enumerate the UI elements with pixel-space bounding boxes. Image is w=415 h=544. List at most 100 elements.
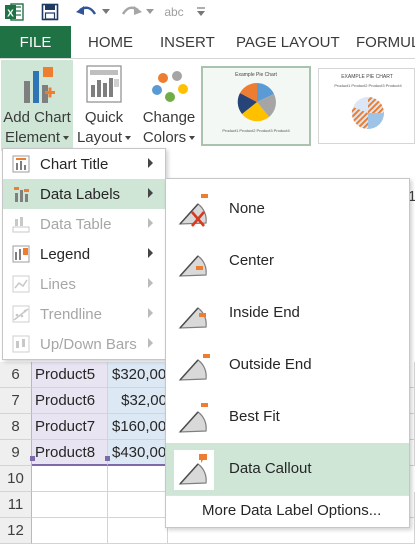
add-chart-element-button[interactable]: Add Chart Element — [1, 60, 73, 151]
selection-handle[interactable] — [30, 456, 35, 461]
submenu-item-outside-end[interactable]: Outside End — [166, 339, 409, 391]
row-header-10[interactable]: 10 — [0, 466, 32, 492]
quick-layout-label-1: Quick — [84, 109, 124, 126]
save-icon[interactable] — [38, 2, 62, 22]
redo-dropdown-icon[interactable] — [144, 2, 156, 22]
tab-formulas[interactable]: FORMUL — [356, 34, 415, 51]
quick-layout-icon — [86, 65, 122, 103]
submenu-item-center-label: Center — [229, 252, 275, 269]
customize-toolbar-icon[interactable] — [194, 2, 208, 22]
cell-empty-11b[interactable] — [108, 492, 168, 518]
data-labels-icon — [12, 185, 30, 203]
menu-item-legend[interactable]: Legend — [3, 239, 165, 269]
cell-empty-10a[interactable] — [32, 466, 108, 492]
cell-empty-12a[interactable] — [32, 518, 108, 544]
change-colors-icon — [150, 68, 190, 104]
cell-value-9[interactable]: $430,00 — [108, 440, 168, 466]
row-header-9[interactable]: 9 — [0, 440, 32, 466]
submenu-item-data-callout-label: Data Callout — [229, 460, 312, 477]
cell-empty-10b[interactable] — [108, 466, 168, 492]
tab-insert[interactable]: INSERT — [160, 34, 215, 51]
submenu-arrow-icon — [148, 218, 153, 228]
row-header-6[interactable]: 6 — [0, 362, 32, 388]
data-labels-best-fit-icon — [174, 398, 214, 438]
cell-value-7[interactable]: $32,00 — [108, 388, 168, 414]
add-chart-element-icon — [21, 67, 55, 105]
submenu-item-outside-end-label: Outside End — [229, 356, 312, 373]
cell-product-6[interactable]: Product5 — [32, 362, 108, 388]
menu-item-data-table[interactable]: Data Table — [3, 209, 165, 239]
change-colors-label-1: Change — [142, 109, 196, 126]
row-header-7[interactable]: 7 — [0, 388, 32, 414]
menu-item-chart-title-label: Chart Title — [40, 155, 109, 173]
undo-icon[interactable] — [74, 2, 100, 22]
menu-item-data-labels-label: Data Labels — [40, 185, 121, 203]
quick-layout-label-2: Layout — [76, 128, 132, 147]
submenu-item-none-label: None — [229, 200, 265, 217]
menu-item-trendline[interactable]: Trendline — [3, 299, 165, 329]
menu-item-data-labels[interactable]: Data Labels — [3, 179, 165, 209]
add-chart-element-menu: Chart Title Data Labels Data Table Legen… — [2, 148, 166, 360]
change-colors-label-2: Colors — [138, 128, 200, 147]
change-colors-button[interactable]: Change Colors — [138, 60, 200, 151]
lines-icon — [12, 275, 30, 293]
submenu-arrow-icon — [148, 158, 153, 168]
trendline-icon — [12, 305, 30, 323]
menu-item-legend-label: Legend — [40, 245, 91, 263]
cell-product-8[interactable]: Product7 — [32, 414, 108, 440]
cell-product-9[interactable]: Product8 — [32, 440, 108, 466]
submenu-item-center[interactable]: Center — [166, 235, 409, 287]
menu-item-trendline-label: Trendline — [40, 305, 102, 323]
cell-empty-12b[interactable] — [108, 518, 168, 544]
data-table-icon — [12, 215, 30, 233]
menu-divider — [166, 495, 409, 496]
submenu-item-best-fit[interactable]: Best Fit — [166, 391, 409, 443]
chart-style-2-legend: Product1 Product2 Product3 Product4 — [334, 83, 402, 88]
menu-item-lines[interactable]: Lines — [3, 269, 165, 299]
up-down-bars-icon — [12, 335, 30, 353]
row-header-11[interactable]: 11 — [0, 492, 32, 518]
undo-dropdown-icon[interactable] — [100, 2, 112, 22]
row-header-8[interactable]: 8 — [0, 414, 32, 440]
menu-item-up-down-bars-label: Up/Down Bars — [40, 335, 137, 353]
tab-file-label: FILE — [19, 33, 52, 51]
cell-empty-11a[interactable] — [32, 492, 108, 518]
chart-style-2-title: EXAMPLE PIE CHART — [341, 74, 393, 80]
data-labels-inside-end-icon — [174, 294, 214, 334]
chart-style-1-title: Example Pie Chart — [235, 72, 277, 78]
menu-item-chart-title[interactable]: Chart Title — [3, 149, 165, 179]
data-labels-none-icon — [174, 190, 214, 230]
spelling-check-icon[interactable]: abc — [160, 2, 188, 22]
more-data-label-options-link[interactable]: More Data Label Options... — [202, 502, 381, 519]
excel-logo-icon[interactable]: X — [3, 2, 25, 22]
chart-style-1-legend: Product1 Product2 Product3 Product4 — [222, 128, 290, 133]
submenu-item-inside-end[interactable]: Inside End — [166, 287, 409, 339]
data-labels-center-icon — [174, 242, 214, 282]
quick-layout-button[interactable]: Quick Layout — [76, 60, 132, 151]
tab-home[interactable]: HOME — [88, 34, 133, 51]
cell-product-7[interactable]: Product6 — [32, 388, 108, 414]
submenu-item-data-callout[interactable]: Data Callout — [166, 443, 409, 495]
data-labels-submenu: None Center Inside End Outside End Best … — [165, 178, 410, 528]
menu-item-up-down-bars[interactable]: Up/Down Bars — [3, 329, 165, 359]
submenu-item-none[interactable]: None — [166, 183, 409, 235]
svg-text:X: X — [7, 9, 14, 20]
dropdown-arrow-icon — [189, 136, 196, 141]
submenu-arrow-icon — [148, 308, 153, 318]
tab-file[interactable]: FILE — [0, 26, 71, 58]
cell-value-6[interactable]: $320,00 — [108, 362, 168, 388]
chart-style-2-thumbnail[interactable]: EXAMPLE PIE CHART Product1 Product2 Prod… — [318, 68, 415, 144]
chart-style-1-thumbnail[interactable]: Example Pie Chart Product1 Product2 Prod… — [201, 66, 311, 146]
ribbon-chart-design: Add Chart Element Quick Layout Change Co… — [0, 58, 415, 154]
chart-style-1-pie — [237, 82, 276, 122]
selection-handle[interactable] — [105, 456, 110, 461]
tab-page-layout[interactable]: PAGE LAYOUT — [236, 34, 340, 51]
submenu-arrow-icon — [148, 278, 153, 288]
legend-icon — [12, 245, 30, 263]
data-labels-callout-icon — [174, 450, 214, 490]
redo-icon[interactable] — [118, 2, 144, 22]
dropdown-arrow-icon — [63, 136, 70, 141]
row-header-12[interactable]: 12 — [0, 518, 32, 544]
cell-value-8[interactable]: $160,00 — [108, 414, 168, 440]
data-labels-outside-end-icon — [174, 346, 214, 386]
